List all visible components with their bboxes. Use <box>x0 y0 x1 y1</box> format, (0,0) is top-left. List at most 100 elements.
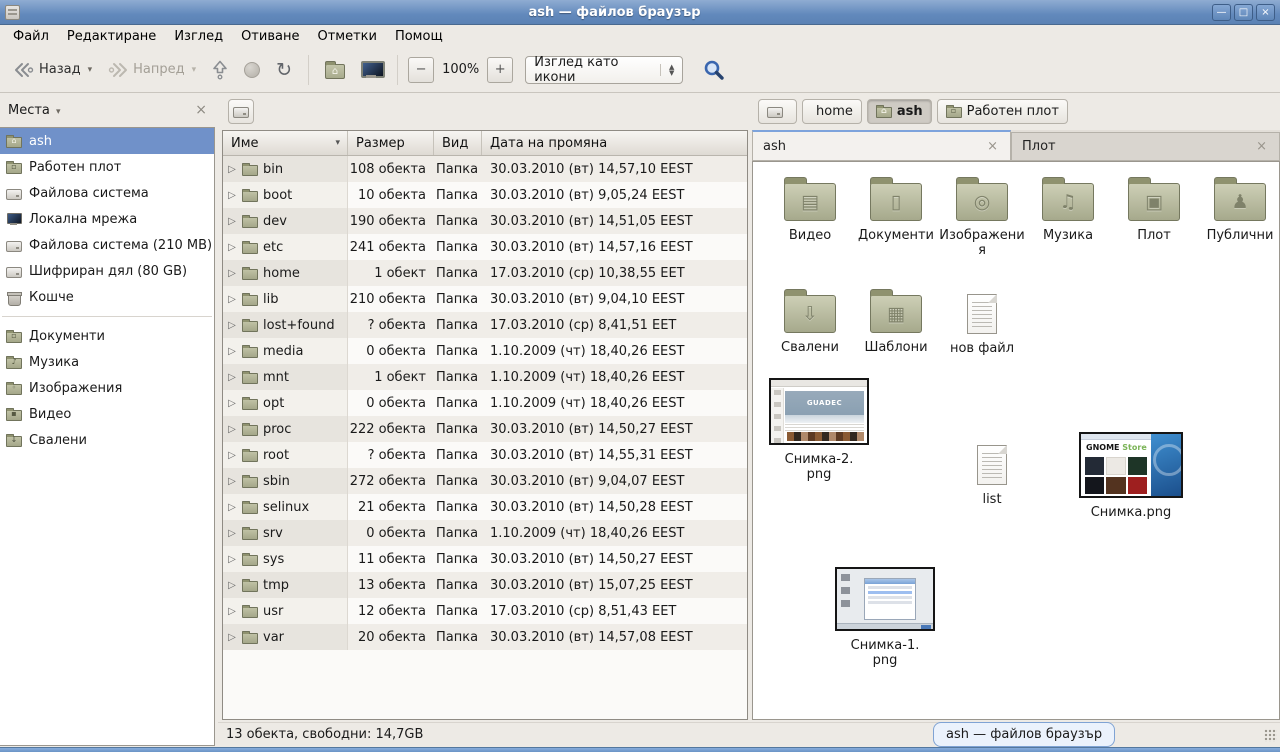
sidebar-item[interactable]: ash <box>0 128 214 154</box>
expander-icon[interactable]: ▷ <box>227 346 237 357</box>
breadcrumb-button[interactable]: Работен плот <box>937 99 1068 124</box>
root-breadcrumb-button[interactable] <box>228 99 254 124</box>
file-item-new-file[interactable]: нов файл <box>939 286 1025 356</box>
expander-icon[interactable]: ▷ <box>227 190 237 201</box>
file-list-row[interactable]: ▷ tmp 13 обекта Папка 30.03.2010 (вт) 15… <box>223 572 747 598</box>
folder-item[interactable]: Плот <box>1111 174 1197 258</box>
tab-close-icon[interactable]: × <box>985 139 1000 154</box>
home-button[interactable] <box>319 57 351 83</box>
sidebar-item[interactable]: Шифриран дял (80 GB) <box>0 258 214 284</box>
sidebar-item[interactable]: Файлова система <box>0 180 214 206</box>
expander-icon[interactable]: ▷ <box>227 450 237 461</box>
view-mode-select[interactable]: Изглед като икони ▲▼ <box>525 56 683 84</box>
sidebar-item[interactable]: Локална мрежа <box>0 206 214 232</box>
file-item-snimka2[interactable]: GUADEC Снимка-2.png <box>767 378 871 482</box>
sidebar-item[interactable]: Музика <box>0 349 214 375</box>
sidebar-item[interactable]: Изображения <box>0 375 214 401</box>
file-list-row[interactable]: ▷ mnt 1 обект Папка 1.10.2009 (чт) 18,40… <box>223 364 747 390</box>
expander-icon[interactable]: ▷ <box>227 606 237 617</box>
file-list-row[interactable]: ▷ home 1 обект Папка 17.03.2010 (ср) 10,… <box>223 260 747 286</box>
file-list-row[interactable]: ▷ etc 241 обекта Папка 30.03.2010 (вт) 1… <box>223 234 747 260</box>
file-list-row[interactable]: ▷ selinux 21 обекта Папка 30.03.2010 (вт… <box>223 494 747 520</box>
file-list-row[interactable]: ▷ usr 12 обекта Папка 17.03.2010 (ср) 8,… <box>223 598 747 624</box>
forward-button[interactable]: Напред ▾ <box>102 58 202 82</box>
spinner-icons[interactable]: ▲▼ <box>660 64 682 76</box>
expander-icon[interactable]: ▷ <box>227 164 237 175</box>
file-list-row[interactable]: ▷ opt 0 обекта Папка 1.10.2009 (чт) 18,4… <box>223 390 747 416</box>
folder-item[interactable]: Свалени <box>767 286 853 356</box>
back-button[interactable]: Назад ▾ <box>8 58 98 82</box>
menu-item[interactable]: Помощ <box>386 27 452 46</box>
file-list-row[interactable]: ▷ dev 190 обекта Папка 30.03.2010 (вт) 1… <box>223 208 747 234</box>
file-list-row[interactable]: ▷ sys 11 обекта Папка 30.03.2010 (вт) 14… <box>223 546 747 572</box>
zoom-out-button[interactable]: − <box>408 57 434 83</box>
sidebar-item[interactable]: Файлова система (210 MB) <box>0 232 214 258</box>
breadcrumb-button[interactable]: ash <box>867 99 932 124</box>
pane-splitter[interactable] <box>215 93 222 746</box>
file-list-row[interactable]: ▷ lost+found ? обекта Папка 17.03.2010 (… <box>223 312 747 338</box>
search-button[interactable] <box>697 55 731 85</box>
folder-item[interactable]: Шаблони <box>853 286 939 356</box>
expander-icon[interactable]: ▷ <box>227 294 237 305</box>
file-item-list[interactable]: list <box>949 445 1035 507</box>
expander-icon[interactable]: ▷ <box>227 216 237 227</box>
window-titlebar[interactable]: ash — файлов браузър — □ × <box>0 0 1280 25</box>
expander-icon[interactable]: ▷ <box>227 398 237 409</box>
expander-icon[interactable]: ▷ <box>227 242 237 253</box>
file-list-row[interactable]: ▷ bin 108 обекта Папка 30.03.2010 (вт) 1… <box>223 156 747 182</box>
sidebar-item[interactable]: Кошче <box>0 284 214 310</box>
sidebar-close-icon[interactable]: × <box>195 102 207 118</box>
column-header[interactable]: Размер ▾ <box>348 131 434 155</box>
folder-item[interactable]: Документи <box>853 174 939 258</box>
folder-item[interactable]: Видео <box>767 174 853 258</box>
breadcrumb-button[interactable] <box>758 99 797 124</box>
sidebar-item[interactable]: Видео <box>0 401 214 427</box>
stop-button[interactable] <box>238 58 266 82</box>
tab-close-icon[interactable]: × <box>1254 139 1269 154</box>
expander-icon[interactable]: ▷ <box>227 632 237 643</box>
expander-icon[interactable]: ▷ <box>227 580 237 591</box>
zoom-in-button[interactable]: + <box>487 57 513 83</box>
file-list-row[interactable]: ▷ root ? обекта Папка 30.03.2010 (вт) 14… <box>223 442 747 468</box>
column-header[interactable]: Име ▾ <box>223 131 348 155</box>
folder-item[interactable]: Музика <box>1025 174 1111 258</box>
computer-button[interactable] <box>355 57 387 82</box>
menu-item[interactable]: Изглед <box>165 27 232 46</box>
file-list-row[interactable]: ▷ boot 10 обекта Папка 30.03.2010 (вт) 9… <box>223 182 747 208</box>
file-list-row[interactable]: ▷ lib 210 обекта Папка 30.03.2010 (вт) 9… <box>223 286 747 312</box>
tab[interactable]: ash × <box>752 130 1011 160</box>
expander-icon[interactable]: ▷ <box>227 528 237 539</box>
expander-icon[interactable]: ▷ <box>227 372 237 383</box>
expander-icon[interactable]: ▷ <box>227 320 237 331</box>
maximize-button[interactable]: □ <box>1234 4 1253 21</box>
sidebar-item[interactable]: Работен плот <box>0 154 214 180</box>
sidebar-item[interactable]: Свалени <box>0 427 214 453</box>
folder-item[interactable]: Изображения <box>939 174 1025 258</box>
column-header[interactable]: Вид ▾ <box>434 131 482 155</box>
back-dropdown-icon[interactable]: ▾ <box>88 65 93 75</box>
expander-icon[interactable]: ▷ <box>227 268 237 279</box>
menu-item[interactable]: Отметки <box>308 27 385 46</box>
reload-button[interactable]: ↻ <box>270 58 298 82</box>
expander-icon[interactable]: ▷ <box>227 424 237 435</box>
file-item-snimka[interactable]: GNOME Store Снимка.png <box>1075 432 1187 520</box>
tab[interactable]: Плот × <box>1011 132 1280 160</box>
menu-item[interactable]: Отиване <box>232 27 308 46</box>
close-button[interactable]: × <box>1256 4 1275 21</box>
file-item-snimka1[interactable]: Снимка-1.png <box>833 567 937 668</box>
breadcrumb-button[interactable]: home <box>802 99 862 124</box>
minimize-button[interactable]: — <box>1212 4 1231 21</box>
menu-item[interactable]: Файл <box>4 27 58 46</box>
file-list-row[interactable]: ▷ sbin 272 обекта Папка 30.03.2010 (вт) … <box>223 468 747 494</box>
file-list-row[interactable]: ▷ var 20 обекта Папка 30.03.2010 (вт) 14… <box>223 624 747 650</box>
expander-icon[interactable]: ▷ <box>227 502 237 513</box>
folder-item[interactable]: Публични <box>1197 174 1280 258</box>
file-list-row[interactable]: ▷ proc 222 обекта Папка 30.03.2010 (вт) … <box>223 416 747 442</box>
column-header[interactable]: Дата на промяна ▾ <box>482 131 747 155</box>
resize-grip[interactable] <box>1264 729 1277 742</box>
expander-icon[interactable]: ▷ <box>227 554 237 565</box>
expander-icon[interactable]: ▷ <box>227 476 237 487</box>
sidebar-item[interactable]: Документи <box>0 323 214 349</box>
taskbar-window-button[interactable]: ash — файлов браузър <box>933 722 1115 747</box>
file-list-row[interactable]: ▷ media 0 обекта Папка 1.10.2009 (чт) 18… <box>223 338 747 364</box>
